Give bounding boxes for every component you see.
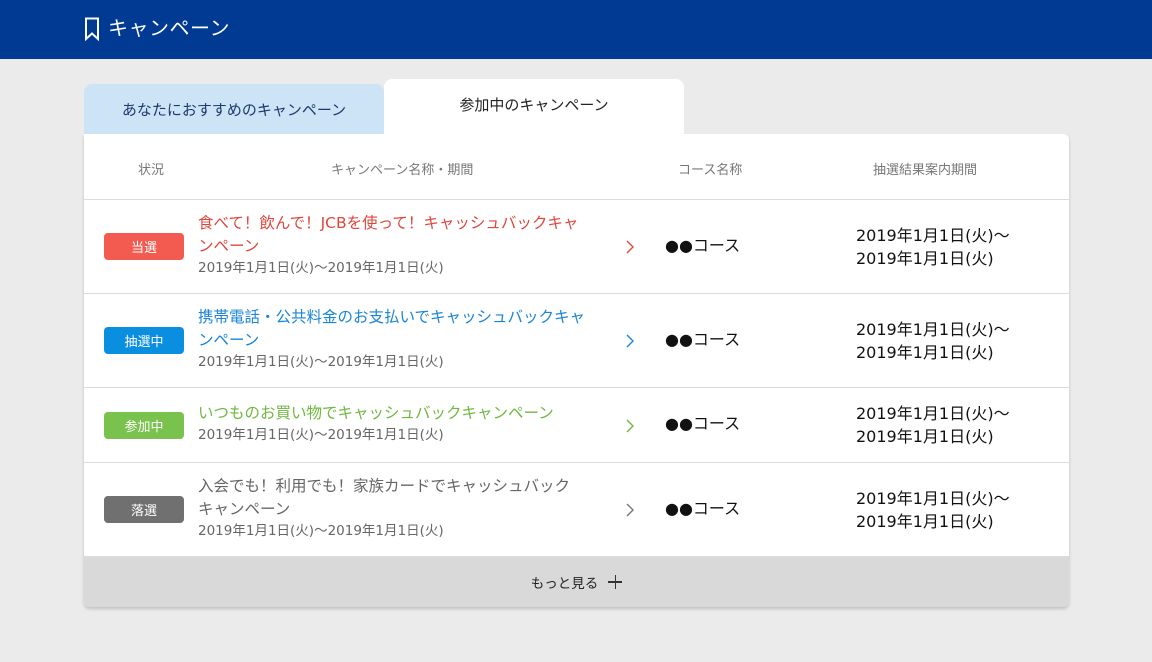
campaign-info: いつものお買い物でキャッシュバックキャンペーン 2019年1月1日(火)〜201… [198, 402, 608, 445]
table-header: 状況 キャンペーン名称・期間 コース名称 抽選結果案内期間 [84, 134, 1069, 200]
tab-recommended-campaigns[interactable]: あなたにおすすめのキャンペーン [84, 84, 384, 134]
campaign-name-line: ンペーン [198, 237, 260, 255]
status-badge: 抽選中 [104, 327, 184, 354]
campaign-name-line: キャンペーン [198, 500, 291, 518]
status-badge: 参加中 [104, 412, 184, 439]
show-more-label: もっと見る [530, 576, 599, 592]
campaign-name[interactable]: 携帯電話・公共料金のお支払いでキャッシュバックキャ ンペーン [198, 306, 608, 352]
table-row[interactable]: 落選 入会でも！利用でも！家族カードでキャッシュバック キャンペーン 2019年… [84, 463, 1069, 557]
campaign-name-line: 携帯電話・公共料金のお支払いでキャッシュバックキャ [198, 308, 586, 326]
result-period: 2019年1月1日(火)〜 2019年1月1日(火) [856, 402, 1010, 448]
plus-icon [608, 575, 623, 589]
campaign-period: 2019年1月1日(火)〜2019年1月1日(火) [198, 523, 444, 539]
result-period: 2019年1月1日(火)〜 2019年1月1日(火) [856, 487, 1010, 533]
campaign-name-line: ンペーン [198, 331, 260, 349]
tab-joined-campaigns[interactable]: 参加中のキャンペーン [384, 79, 684, 134]
chevron-right-icon [626, 240, 634, 254]
table-row[interactable]: 参加中 いつものお買い物でキャッシュバックキャンペーン 2019年1月1日(火)… [84, 388, 1069, 463]
result-period-line: 2019年1月1日(火) [856, 427, 994, 446]
chevron-right-icon [626, 334, 634, 348]
campaign-name[interactable]: 入会でも！利用でも！家族カードでキャッシュバック キャンペーン [198, 475, 608, 521]
result-period: 2019年1月1日(火)〜 2019年1月1日(火) [856, 318, 1010, 364]
status-badge: 落選 [104, 496, 184, 523]
result-period: 2019年1月1日(火)〜 2019年1月1日(火) [856, 224, 1010, 270]
course-name: ●●コース [665, 414, 741, 433]
result-period-line: 2019年1月1日(火)〜 [856, 226, 1010, 245]
course-name: ●●コース [665, 330, 741, 349]
campaign-info: 食べて！飲んで！JCBを使って！キャッシュバックキャ ンペーン 2019年1月1… [198, 212, 608, 278]
campaign-period: 2019年1月1日(火)〜2019年1月1日(火) [198, 354, 444, 370]
campaign-period: 2019年1月1日(火)〜2019年1月1日(火) [198, 260, 444, 276]
course-name: ●●コース [665, 499, 741, 518]
campaign-table-panel: 状況 キャンペーン名称・期間 コース名称 抽選結果案内期間 当選 食べて！飲んで… [84, 134, 1069, 607]
campaign-name[interactable]: 食べて！飲んで！JCBを使って！キャッシュバックキャ ンペーン [198, 212, 608, 258]
result-period-line: 2019年1月1日(火)〜 [856, 320, 1010, 339]
campaign-name-line: 入会でも！利用でも！家族カードでキャッシュバック [198, 477, 571, 495]
result-period-line: 2019年1月1日(火) [856, 249, 994, 268]
result-period-line: 2019年1月1日(火)〜 [856, 404, 1010, 423]
column-header-course: コース名称 [678, 163, 743, 178]
chevron-right-icon [626, 503, 634, 517]
campaign-name[interactable]: いつものお買い物でキャッシュバックキャンペーン [198, 402, 608, 425]
status-badge: 当選 [104, 233, 184, 260]
result-period-line: 2019年1月1日(火) [856, 512, 994, 531]
show-more-button[interactable]: もっと見る [84, 557, 1069, 607]
campaign-name-line: 食べて！飲んで！JCBを使って！キャッシュバックキャ [198, 214, 579, 232]
bookmark-icon [85, 17, 99, 41]
course-name: ●●コース [665, 236, 741, 255]
table-row[interactable]: 抽選中 携帯電話・公共料金のお支払いでキャッシュバックキャ ンペーン 2019年… [84, 294, 1069, 388]
table-row[interactable]: 当選 食べて！飲んで！JCBを使って！キャッシュバックキャ ンペーン 2019年… [84, 200, 1069, 294]
app-header: キャンペーン [0, 0, 1152, 59]
page-title: キャンペーン [108, 16, 230, 40]
campaign-info: 携帯電話・公共料金のお支払いでキャッシュバックキャ ンペーン 2019年1月1日… [198, 306, 608, 372]
column-header-campaign-name: キャンペーン名称・期間 [331, 163, 474, 178]
campaign-period: 2019年1月1日(火)〜2019年1月1日(火) [198, 427, 444, 443]
campaign-name-line: いつものお買い物でキャッシュバックキャンペーン [198, 404, 554, 422]
result-period-line: 2019年1月1日(火)〜 [856, 489, 1010, 508]
column-header-result-period: 抽選結果案内期間 [873, 163, 978, 178]
chevron-right-icon [626, 419, 634, 433]
column-header-status: 状況 [138, 163, 165, 178]
campaign-info: 入会でも！利用でも！家族カードでキャッシュバック キャンペーン 2019年1月1… [198, 475, 608, 541]
result-period-line: 2019年1月1日(火) [856, 343, 994, 362]
campaign-tabs: あなたにおすすめのキャンペーン 参加中のキャンペーン [84, 79, 684, 134]
